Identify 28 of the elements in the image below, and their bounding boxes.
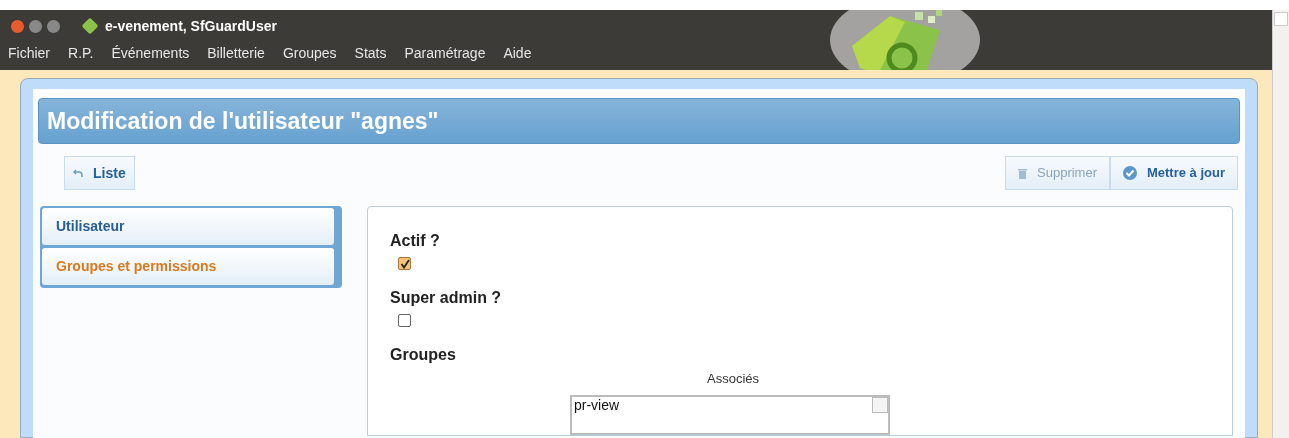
- list-box[interactable]: pr-view: [570, 394, 890, 435]
- check-icon: [1123, 166, 1137, 180]
- menu-item[interactable]: Groupes: [282, 42, 337, 64]
- field-label: Super admin ?: [390, 288, 503, 308]
- menu-item[interactable]: Paramétrage: [404, 42, 486, 64]
- menu-item[interactable]: Billetterie: [207, 42, 265, 64]
- menu-item[interactable]: Fichier: [8, 42, 50, 64]
- checkbox[interactable]: [398, 257, 411, 270]
- minimize-icon[interactable]: [28, 18, 43, 34]
- tab[interactable]: Utilisateur: [42, 208, 334, 245]
- maximize-icon[interactable]: [46, 18, 61, 34]
- back-arrow-icon: [73, 168, 83, 178]
- list-item[interactable]: pr-view: [572, 396, 872, 413]
- list-button[interactable]: Liste: [64, 156, 135, 190]
- trash-icon: [1018, 167, 1027, 179]
- list-title: Associés: [706, 370, 760, 388]
- close-icon[interactable]: [10, 18, 25, 34]
- window-title: e-venement, SfGuardUser: [105, 16, 277, 36]
- menu-item[interactable]: Stats: [354, 42, 387, 64]
- section-label: Groupes: [390, 345, 457, 365]
- scrollbar[interactable]: [1272, 10, 1289, 438]
- menu-item[interactable]: Événements: [111, 42, 190, 64]
- checkbox[interactable]: [398, 314, 411, 327]
- menu-item[interactable]: R.P.: [68, 42, 94, 64]
- field-label: Actif ?: [390, 231, 441, 251]
- menu-item[interactable]: Aide: [503, 42, 532, 64]
- update-button[interactable]: Mettre à jour: [1110, 156, 1238, 190]
- page-title: Modification de l'utilisateur "agnes": [47, 106, 439, 136]
